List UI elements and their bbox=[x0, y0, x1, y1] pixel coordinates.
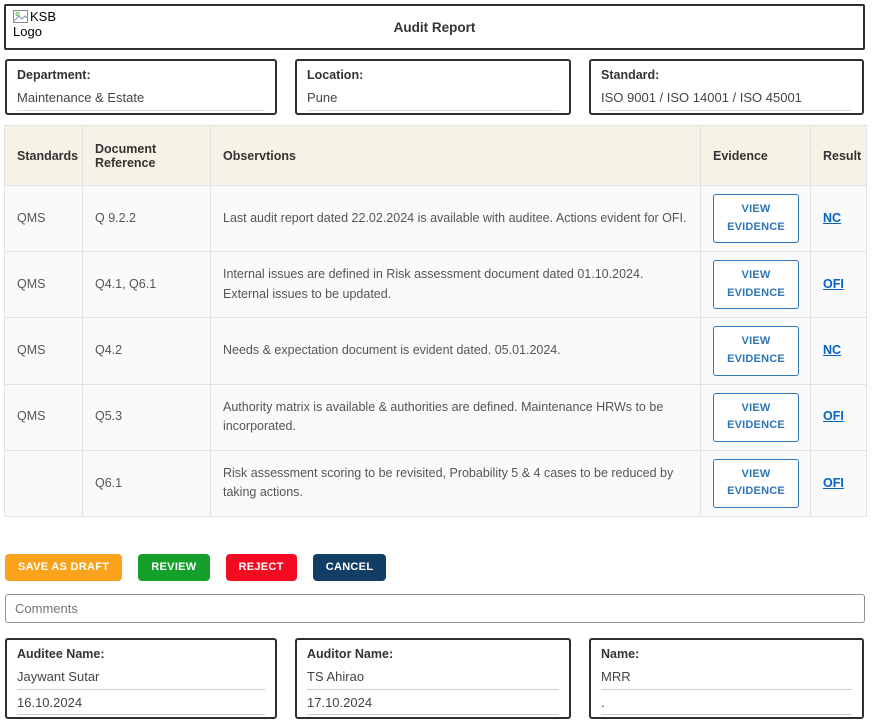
view-evidence-button[interactable]: VIEW EVIDENCE bbox=[713, 459, 799, 508]
mrr-label: Name: bbox=[601, 647, 852, 661]
standard-field: Standard: ISO 9001 / ISO 14001 / ISO 450… bbox=[589, 59, 864, 115]
view-evidence-button[interactable]: VIEW EVIDENCE bbox=[713, 326, 799, 375]
view-evidence-button[interactable]: VIEW EVIDENCE bbox=[713, 260, 799, 309]
auditor-field: Auditor Name: TS Ahirao 17.10.2024 bbox=[295, 638, 571, 719]
auditee-label: Auditee Name: bbox=[17, 647, 265, 661]
report-header: KSB Logo Audit Report bbox=[4, 4, 865, 50]
mrr-date[interactable]: . bbox=[601, 690, 852, 715]
save-as-draft-button[interactable]: SAVE AS DRAFT bbox=[5, 554, 122, 581]
location-label: Location: bbox=[307, 68, 559, 82]
action-buttons: SAVE AS DRAFT REVIEW REJECT CANCEL bbox=[5, 554, 881, 581]
reference-cell: Q4.1, Q6.1 bbox=[83, 252, 211, 318]
result-link[interactable]: OFI bbox=[823, 476, 844, 490]
reference-cell: Q 9.2.2 bbox=[83, 186, 211, 252]
result-cell: OFI bbox=[811, 450, 867, 516]
column-header-standards: Standards bbox=[5, 126, 83, 186]
auditee-date[interactable]: 16.10.2024 bbox=[17, 690, 265, 715]
mrr-name[interactable]: MRR bbox=[601, 669, 852, 690]
table-row: QMS Q4.1, Q6.1 Internal issues are defin… bbox=[5, 252, 867, 318]
standard-cell bbox=[5, 450, 83, 516]
view-evidence-button[interactable]: VIEW EVIDENCE bbox=[713, 393, 799, 442]
result-cell: NC bbox=[811, 186, 867, 252]
observation-cell: Last audit report dated 22.02.2024 is av… bbox=[211, 186, 701, 252]
standard-cell: QMS bbox=[5, 186, 83, 252]
evidence-cell: VIEW EVIDENCE bbox=[701, 252, 811, 318]
result-cell: OFI bbox=[811, 252, 867, 318]
result-cell: NC bbox=[811, 318, 867, 384]
result-cell: OFI bbox=[811, 384, 867, 450]
column-header-observations: Observtions bbox=[211, 126, 701, 186]
result-link[interactable]: OFI bbox=[823, 277, 844, 291]
location-field: Location: Pune bbox=[295, 59, 571, 115]
auditee-field: Auditee Name: Jaywant Sutar 16.10.2024 bbox=[5, 638, 277, 719]
reference-cell: Q4.2 bbox=[83, 318, 211, 384]
column-header-document-reference: Document Reference bbox=[83, 126, 211, 186]
observation-cell: Risk assessment scoring to be revisited,… bbox=[211, 450, 701, 516]
reference-cell: Q5.3 bbox=[83, 384, 211, 450]
department-value[interactable]: Maintenance & Estate bbox=[17, 90, 265, 111]
evidence-cell: VIEW EVIDENCE bbox=[701, 318, 811, 384]
audit-table-body: QMS Q 9.2.2 Last audit report dated 22.0… bbox=[5, 186, 867, 517]
comments-field-wrapper bbox=[5, 594, 865, 623]
standard-label: Standard: bbox=[601, 68, 852, 82]
info-row: Department: Maintenance & Estate Locatio… bbox=[5, 59, 865, 115]
broken-image-icon bbox=[13, 10, 28, 23]
result-link[interactable]: NC bbox=[823, 343, 841, 357]
column-header-result: Result bbox=[811, 126, 867, 186]
location-value[interactable]: Pune bbox=[307, 90, 559, 111]
table-row: QMS Q4.2 Needs & expectation document is… bbox=[5, 318, 867, 384]
column-header-evidence: Evidence bbox=[701, 126, 811, 186]
department-label: Department: bbox=[17, 68, 265, 82]
page-title: Audit Report bbox=[394, 20, 476, 35]
result-link[interactable]: OFI bbox=[823, 409, 844, 423]
view-evidence-button[interactable]: VIEW EVIDENCE bbox=[713, 194, 799, 243]
review-button[interactable]: REVIEW bbox=[138, 554, 209, 581]
observation-cell: Needs & expectation document is evident … bbox=[211, 318, 701, 384]
table-row: Q6.1 Risk assessment scoring to be revis… bbox=[5, 450, 867, 516]
auditor-label: Auditor Name: bbox=[307, 647, 559, 661]
observation-cell: Internal issues are defined in Risk asse… bbox=[211, 252, 701, 318]
auditor-date[interactable]: 17.10.2024 bbox=[307, 690, 559, 715]
table-header-row: Standards Document Reference Observtions… bbox=[5, 126, 867, 186]
standard-cell: QMS bbox=[5, 252, 83, 318]
auditor-name[interactable]: TS Ahirao bbox=[307, 669, 559, 690]
evidence-cell: VIEW EVIDENCE bbox=[701, 186, 811, 252]
comments-input[interactable] bbox=[6, 601, 864, 616]
table-row: QMS Q5.3 Authority matrix is available &… bbox=[5, 384, 867, 450]
standard-cell: QMS bbox=[5, 318, 83, 384]
auditee-name[interactable]: Jaywant Sutar bbox=[17, 669, 265, 690]
mrr-field: Name: MRR . bbox=[589, 638, 864, 719]
standard-cell: QMS bbox=[5, 384, 83, 450]
table-row: QMS Q 9.2.2 Last audit report dated 22.0… bbox=[5, 186, 867, 252]
ksb-logo-broken-image: KSB Logo bbox=[13, 9, 59, 39]
cancel-button[interactable]: CANCEL bbox=[313, 554, 387, 581]
audit-table: Standards Document Reference Observtions… bbox=[4, 125, 867, 517]
result-link[interactable]: NC bbox=[823, 211, 841, 225]
reference-cell: Q6.1 bbox=[83, 450, 211, 516]
observation-cell: Authority matrix is available & authorit… bbox=[211, 384, 701, 450]
reject-button[interactable]: REJECT bbox=[226, 554, 297, 581]
department-field: Department: Maintenance & Estate bbox=[5, 59, 277, 115]
evidence-cell: VIEW EVIDENCE bbox=[701, 450, 811, 516]
standard-value[interactable]: ISO 9001 / ISO 14001 / ISO 45001 bbox=[601, 90, 852, 111]
evidence-cell: VIEW EVIDENCE bbox=[701, 384, 811, 450]
signoff-row: Auditee Name: Jaywant Sutar 16.10.2024 A… bbox=[5, 638, 865, 719]
